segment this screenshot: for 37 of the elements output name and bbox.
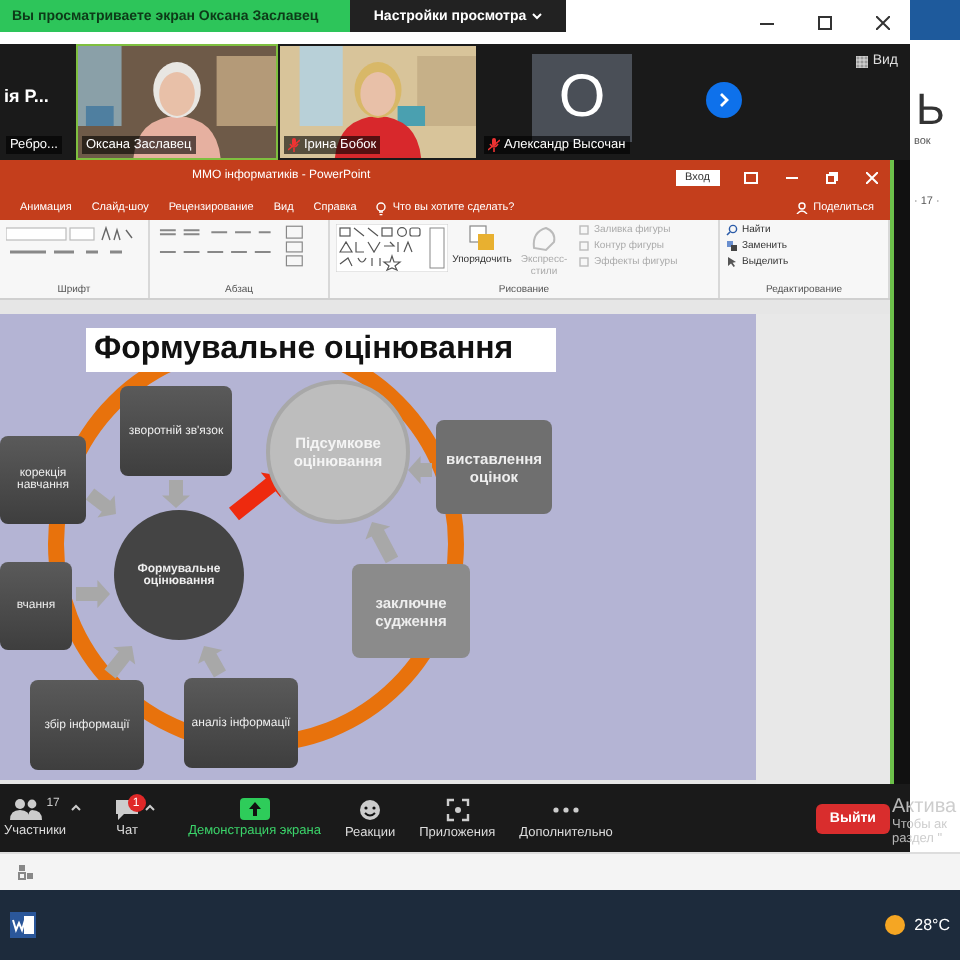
block-arrow bbox=[76, 580, 110, 608]
document-app-icon[interactable] bbox=[10, 912, 36, 938]
avatar-tile: О bbox=[532, 54, 632, 142]
person-icon bbox=[795, 202, 808, 214]
search-icon bbox=[726, 224, 738, 236]
ribbon-options-icon[interactable] bbox=[744, 172, 758, 184]
muted-mic-icon bbox=[488, 138, 500, 152]
temperature: 28°C bbox=[914, 916, 950, 934]
slide-title: Формувальне оцінювання bbox=[86, 328, 556, 372]
caret-icon bbox=[70, 804, 83, 812]
block-arrow bbox=[365, 522, 399, 564]
smiley-icon bbox=[358, 797, 383, 821]
sun-icon[interactable] bbox=[884, 914, 907, 936]
block-arrow bbox=[198, 646, 226, 678]
style-icon bbox=[530, 224, 558, 252]
block-arrow bbox=[408, 456, 432, 484]
next-page-button[interactable] bbox=[706, 82, 742, 118]
replace-icon bbox=[726, 240, 738, 252]
maximize-icon[interactable] bbox=[818, 15, 832, 29]
document-text: Ь bbox=[916, 84, 945, 136]
participant-name: ія Р... bbox=[4, 86, 49, 106]
apps-icon bbox=[445, 797, 470, 821]
chevron-icon bbox=[532, 12, 543, 20]
grid-icon bbox=[856, 55, 869, 67]
restore-icon[interactable] bbox=[826, 172, 838, 184]
layout-icon bbox=[18, 864, 34, 880]
cursor-icon bbox=[726, 256, 738, 268]
close-icon[interactable] bbox=[876, 15, 890, 29]
share-screen-icon bbox=[239, 798, 270, 820]
block-arrow bbox=[85, 488, 116, 518]
muted-mic-icon bbox=[288, 138, 300, 152]
lightbulb-icon bbox=[376, 201, 387, 215]
chevron-right-icon bbox=[718, 92, 730, 108]
block-arrow bbox=[104, 646, 136, 679]
block-arrow bbox=[162, 480, 190, 508]
caret-icon bbox=[144, 804, 157, 812]
people-icon bbox=[10, 798, 43, 820]
